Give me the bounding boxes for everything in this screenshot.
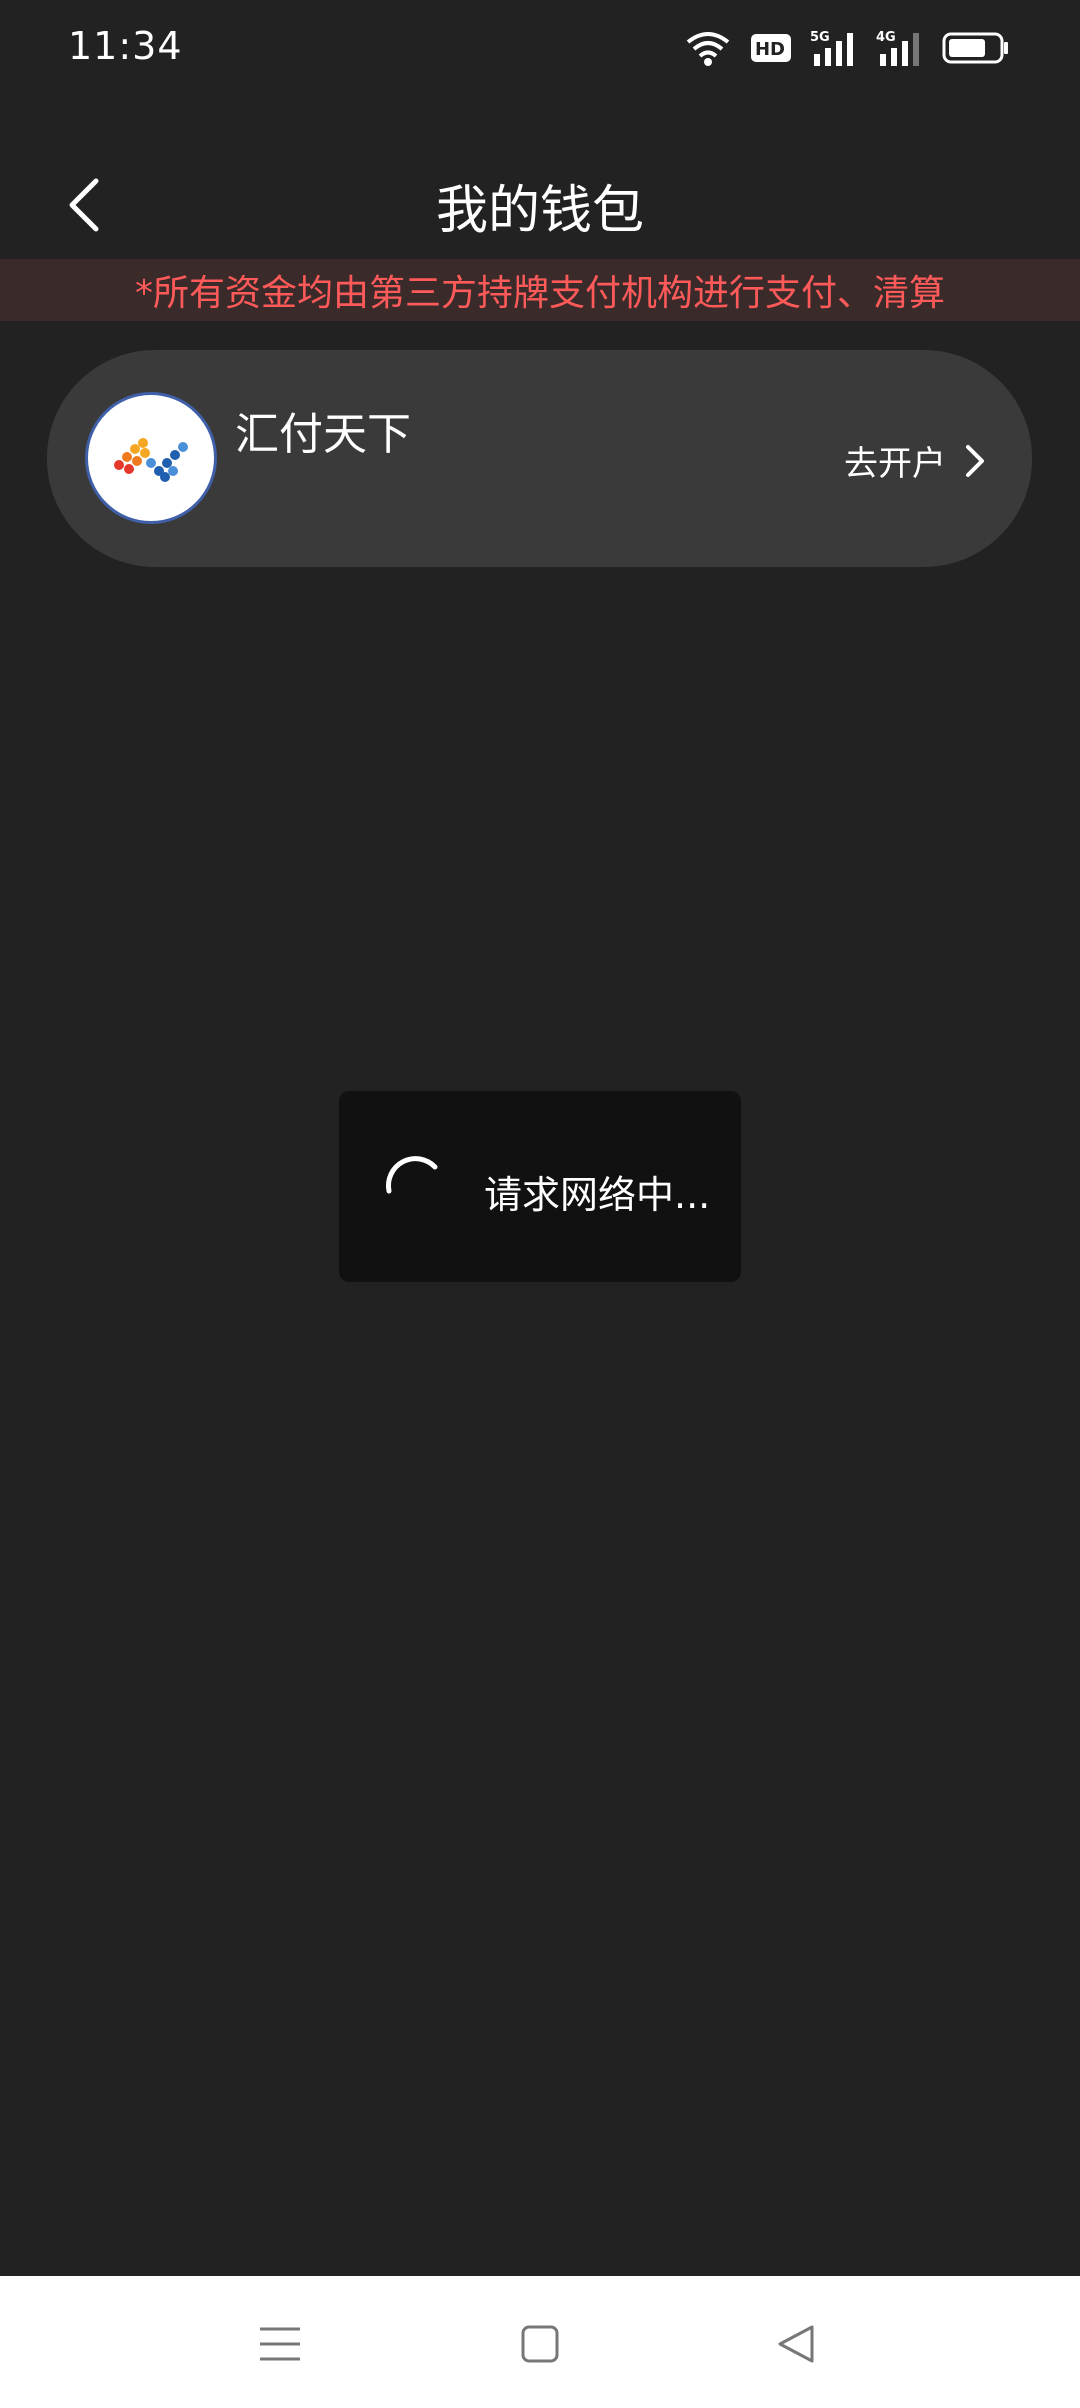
menu-icon [260, 2327, 300, 2361]
notice-text: *所有资金均由第三方持牌支付机构进行支付、清算 [134, 273, 945, 314]
hd-icon: HD [750, 31, 792, 65]
5g-signal-icon: 5G [810, 28, 858, 68]
battery-icon [942, 30, 1010, 66]
provider-logo [85, 392, 217, 524]
home-square-icon [521, 2325, 559, 2363]
open-account-button[interactable]: 去开户 [844, 436, 986, 485]
status-bar: 11:34 HD 5G 4G [0, 0, 1080, 100]
menu-button[interactable] [250, 2314, 310, 2374]
provider-name: 汇付天下 [235, 409, 411, 460]
status-time: 11:34 [68, 24, 183, 68]
chevron-right-icon [966, 444, 984, 477]
status-icons: HD 5G 4G [684, 26, 1010, 70]
nav-back-button[interactable] [766, 2314, 826, 2374]
header: 我的钱包 [0, 150, 1080, 260]
wallet-card-huifu[interactable]: 汇付天下 去开户 [47, 350, 1032, 567]
loading-toast: 请求网络中... [339, 1091, 741, 1282]
svg-text:4G: 4G [876, 30, 896, 45]
svg-text:HD: HD [755, 39, 785, 60]
open-account-label: 去开户 [844, 444, 946, 484]
back-triangle-icon [778, 2325, 814, 2363]
page-title: 我的钱包 [435, 181, 644, 241]
notice-banner: *所有资金均由第三方持牌支付机构进行支付、清算 [0, 259, 1080, 321]
home-button[interactable] [510, 2314, 570, 2374]
screen: 11:34 HD 5G 4G 我的钱包 *所有资金均由第三方持牌支付机构进行支付… [0, 0, 1080, 2408]
wifi-icon [684, 28, 732, 68]
svg-text:5G: 5G [810, 30, 830, 45]
loading-spinner-icon [385, 1156, 438, 1194]
loading-text: 请求网络中... [484, 1173, 711, 1217]
4g-signal-icon: 4G [876, 28, 924, 68]
navigation-bar [0, 2276, 1080, 2408]
